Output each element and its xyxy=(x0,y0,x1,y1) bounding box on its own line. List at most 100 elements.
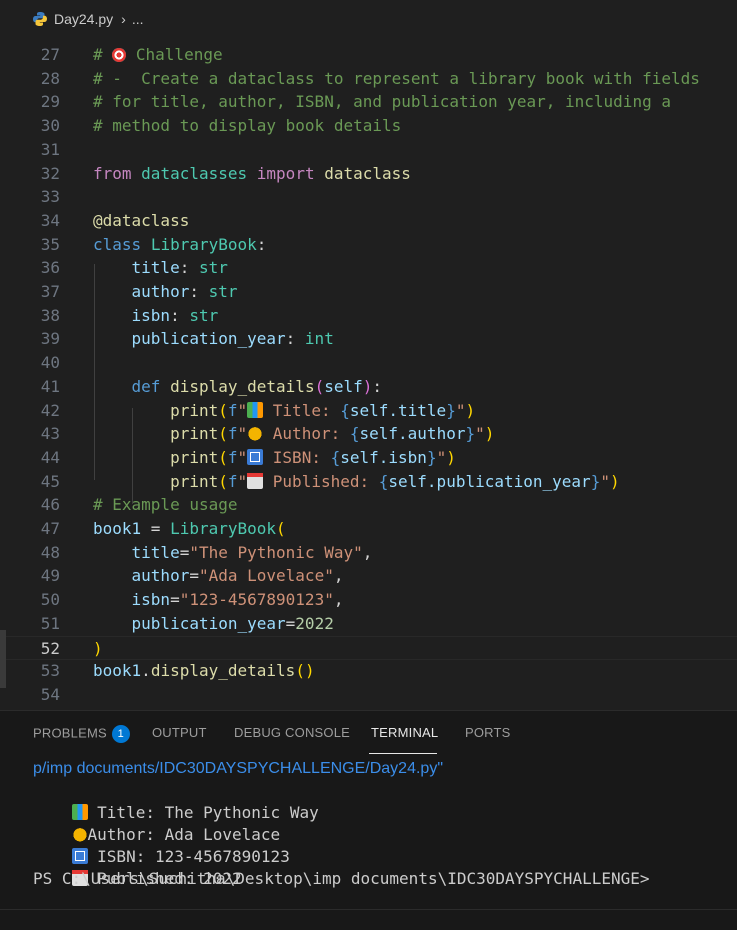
code-line[interactable]: 27 # Challenge xyxy=(0,43,737,67)
code-token: " xyxy=(237,400,248,420)
code-text: class LibraryBook: xyxy=(93,233,266,257)
breadcrumb: Day24.py › ... xyxy=(0,0,737,38)
tab-terminal[interactable]: TERMINAL xyxy=(371,725,438,740)
code-line[interactable]: 49 author="Ada Lovelace", xyxy=(0,564,737,588)
code-text: book1 = LibraryBook( xyxy=(93,517,286,541)
code-token: "The Pythonic Way" xyxy=(189,542,363,562)
code-token: ( xyxy=(218,447,228,467)
code-line[interactable]: 37 author: str xyxy=(0,280,737,304)
code-line[interactable]: 48 title="The Pythonic Way", xyxy=(0,541,737,565)
code-line[interactable]: 42 print(f" Title: {self.title}") xyxy=(0,399,737,423)
code-token: : xyxy=(170,305,190,325)
code-token: book1 xyxy=(93,519,142,538)
line-number: 47 xyxy=(40,519,60,538)
code-line[interactable]: 44 print(f" ISBN: {self.isbn}") xyxy=(0,446,737,470)
code-token: self.author xyxy=(359,424,466,444)
code-token: print xyxy=(170,400,219,420)
code-token: isbn xyxy=(131,305,171,325)
line-number: 38 xyxy=(40,305,60,325)
code-line[interactable]: 41 def display_details(self): xyxy=(0,375,737,399)
code-token: ) xyxy=(93,638,103,658)
code-line[interactable]: 39 publication_year: int xyxy=(0,327,737,351)
code-text: print(f" ISBN: {self.isbn}") xyxy=(93,446,456,470)
line-number: 33 xyxy=(40,187,60,207)
code-line[interactable]: 32 from dataclasses import dataclass xyxy=(0,162,737,186)
code-token: # - Create a dataclass to represent a li… xyxy=(93,68,700,88)
code-token: "123-4567890123" xyxy=(179,590,334,610)
code-token: ) xyxy=(484,424,495,444)
code-line[interactable]: 54 xyxy=(0,683,737,707)
line-number: 32 xyxy=(40,163,60,183)
code-line[interactable]: 28 # - Create a dataclass to represent a … xyxy=(0,67,737,91)
code-token: , xyxy=(333,590,344,610)
code-token: . xyxy=(141,661,151,681)
code-token: { xyxy=(330,447,341,467)
code-token: : xyxy=(189,282,209,301)
code-line[interactable]: 35 class LibraryBook: xyxy=(0,233,737,257)
line-number: 36 xyxy=(40,258,60,278)
breadcrumb-file[interactable]: Day24.py xyxy=(54,11,113,27)
code-line[interactable]: 29 # for title, author, ISBN, and publica… xyxy=(0,90,737,114)
code-token: display_details xyxy=(170,376,315,396)
code-text: @dataclass xyxy=(93,209,189,233)
code-line[interactable]: 36 title: str xyxy=(0,256,737,280)
tab-problems[interactable]: PROBLEMS 1 xyxy=(33,725,130,743)
code-token: display_details xyxy=(150,661,296,681)
code-line[interactable]: 45 print(f" Published: {self.publication… xyxy=(0,470,737,494)
code-token: : xyxy=(285,329,305,349)
code-line[interactable]: 50 isbn="123-4567890123", xyxy=(0,588,737,612)
code-token: self.title xyxy=(349,400,447,420)
code-line[interactable]: 46 # Example usage xyxy=(0,493,737,517)
python-file-icon xyxy=(33,12,47,26)
line-number: 44 xyxy=(40,447,60,467)
code-line[interactable]: 31 xyxy=(0,138,737,162)
code-line[interactable]: 33 xyxy=(0,185,737,209)
line-number: 35 xyxy=(40,234,60,254)
code-editor[interactable]: 26 27 # Challenge 28 # - Create a dataclass… xyxy=(0,38,737,710)
code-line[interactable]: 34 @dataclass xyxy=(0,209,737,233)
code-token: ( xyxy=(314,376,325,396)
editor-margin-indicator xyxy=(0,630,6,688)
code-token: ) xyxy=(465,400,476,420)
line-number: 54 xyxy=(40,684,60,704)
code-text: print(f" Title: {self.title}") xyxy=(93,399,475,423)
bottom-panel: PROBLEMS 1 OUTPUT DEBUG CONSOLE TERMINAL … xyxy=(0,710,737,930)
chevron-right-icon: › xyxy=(121,11,126,27)
code-text: def display_details(self): xyxy=(93,375,383,399)
code-token: = xyxy=(189,566,199,586)
code-token: self.publication_year xyxy=(388,471,591,491)
code-token: f xyxy=(227,471,238,491)
code-line[interactable]: 40 xyxy=(0,351,737,375)
calendar-icon xyxy=(247,472,264,489)
code-token: " xyxy=(600,471,610,491)
code-token: str xyxy=(198,258,228,278)
code-token: ) xyxy=(362,376,373,396)
line-number: 52 xyxy=(40,638,60,658)
code-line[interactable]: 38 isbn: str xyxy=(0,304,737,328)
code-token: Challenge xyxy=(126,45,223,64)
code-token: "Ada Lovelace" xyxy=(198,566,334,586)
code-line[interactable]: 51 publication_year=2022 xyxy=(0,612,737,636)
code-line[interactable]: 30 # method to display book details xyxy=(0,114,737,138)
tab-output[interactable]: OUTPUT xyxy=(152,725,207,740)
tab-debug-console[interactable]: DEBUG CONSOLE xyxy=(234,725,350,740)
code-text: author="Ada Lovelace", xyxy=(93,564,344,588)
code-token: 2022 xyxy=(295,613,334,633)
code-token: , xyxy=(362,542,373,562)
code-token: publication_year xyxy=(131,613,286,633)
tab-ports[interactable]: PORTS xyxy=(465,725,511,740)
code-line[interactable]: 53 book1.display_details() xyxy=(0,659,737,683)
terminal-prompt[interactable]: PS C:\Users\Suchitha\Desktop\imp documen… xyxy=(33,868,650,890)
code-token: self xyxy=(324,376,363,396)
code-line[interactable]: 52) xyxy=(0,635,737,660)
breadcrumb-ellipsis[interactable]: ... xyxy=(132,11,144,27)
code-line[interactable]: 43 print(f" Author: {self.author}") xyxy=(0,422,737,446)
code-line[interactable]: 47 book1 = LibraryBook( xyxy=(0,517,737,541)
